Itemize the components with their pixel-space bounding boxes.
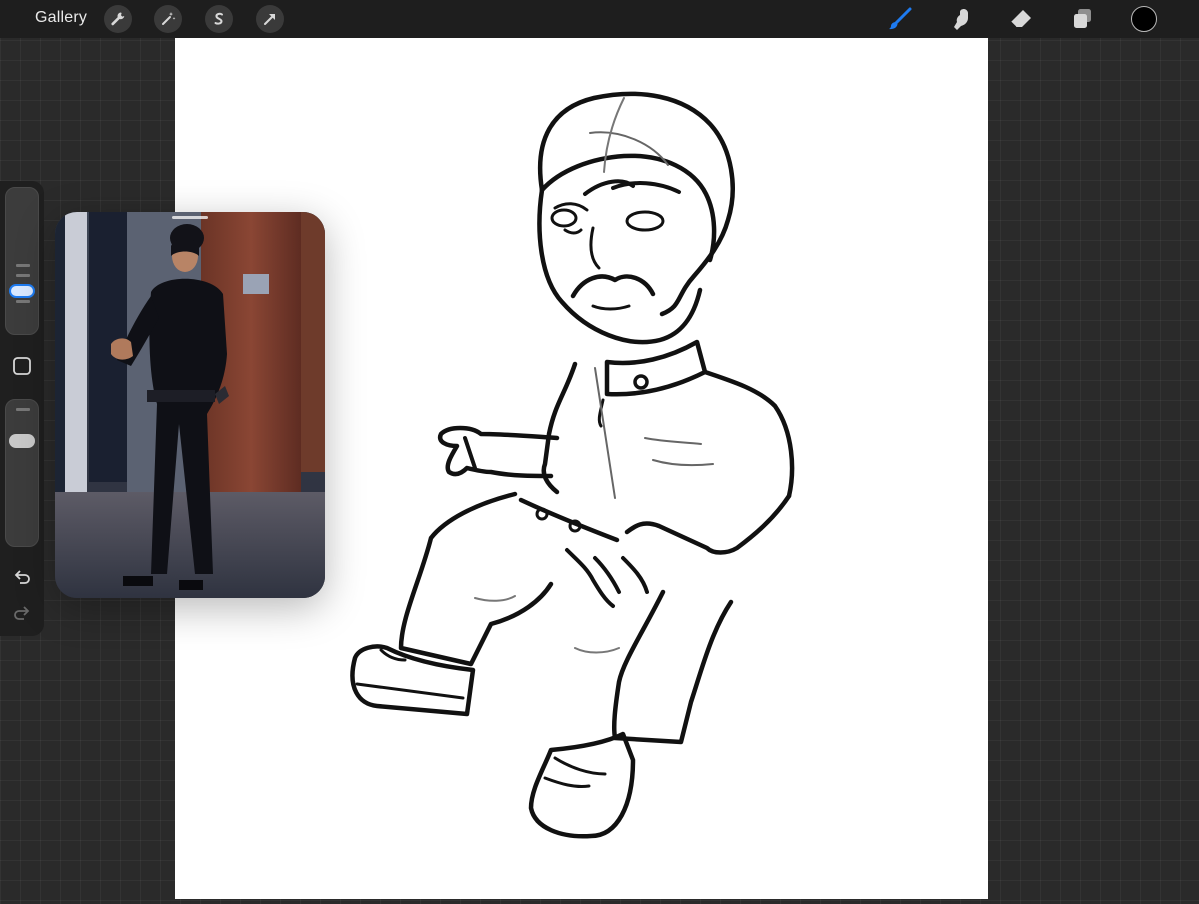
reference-photo [55, 212, 325, 598]
transform-arrow-icon[interactable] [256, 5, 284, 33]
brush-icon[interactable] [885, 5, 915, 33]
magic-wand-icon[interactable] [154, 5, 182, 33]
slider-tick [16, 408, 30, 411]
slider-tick [16, 300, 30, 303]
slider-tick [16, 274, 30, 277]
selection-icon[interactable] [205, 5, 233, 33]
eraser-icon[interactable] [1006, 5, 1036, 33]
wrench-icon[interactable] [104, 5, 132, 33]
redo-icon[interactable] [9, 599, 35, 625]
top-toolbar: Gallery [0, 0, 1199, 38]
smudge-icon[interactable] [945, 5, 975, 33]
layers-icon[interactable] [1067, 5, 1097, 33]
window-grabber[interactable] [172, 216, 208, 219]
opacity-thumb[interactable] [9, 434, 35, 448]
gallery-button[interactable]: Gallery [35, 9, 87, 27]
reference-window[interactable] [55, 212, 325, 598]
brush-size-thumb[interactable] [9, 284, 35, 298]
undo-icon[interactable] [9, 563, 35, 589]
left-sidebar [0, 181, 44, 636]
opacity-slider[interactable] [5, 399, 39, 547]
color-picker-button[interactable] [1131, 6, 1157, 32]
modify-square-icon[interactable] [9, 353, 35, 379]
brush-size-slider[interactable] [5, 187, 39, 335]
slider-tick [16, 264, 30, 267]
